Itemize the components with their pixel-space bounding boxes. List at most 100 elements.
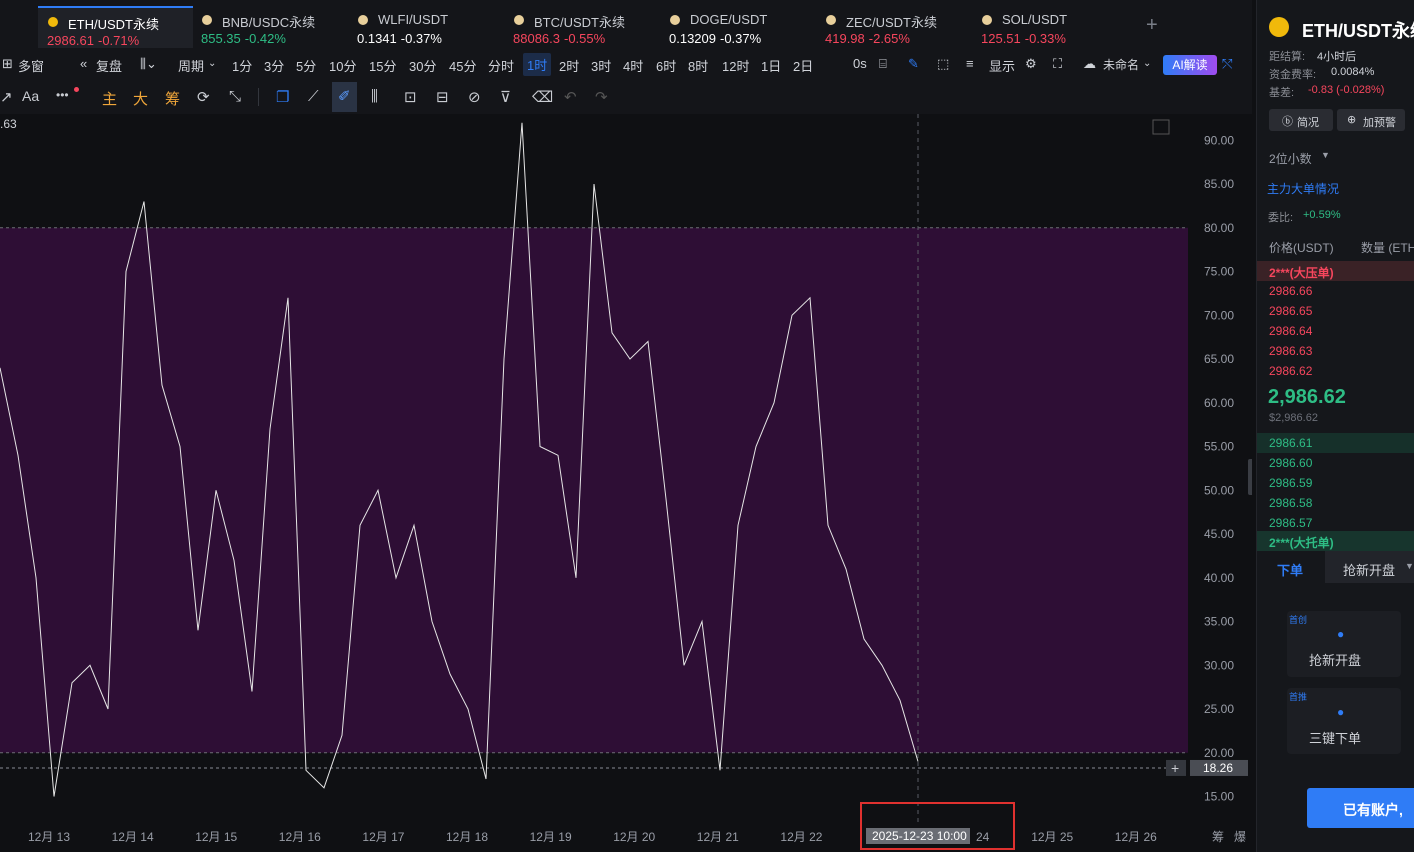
bid-price[interactable]: 2986.58 [1269,496,1312,510]
chip-shortcut[interactable]: 筹 [1212,830,1224,844]
alert-button-label: 加预警 [1363,117,1396,129]
big-orders-link[interactable]: 主力大单情况 [1267,180,1339,197]
ruler-off-icon[interactable]: ⤡ [229,88,241,105]
symbol-tab[interactable]: ETH/USDT永续 2986.61 -0.71% [38,6,193,50]
rsi-chart[interactable]: 90.00 85.00 80.00 75.00 70.00 65.00 60.00 55.00… [0,114,1252,852]
lock-icon[interactable]: ⊡ [404,88,417,106]
undo-icon[interactable]: ↶ [564,88,577,106]
coin-icon [826,15,836,25]
bid-price[interactable]: 2986.57 [1269,516,1312,530]
interval-button[interactable]: 6时 [656,56,676,75]
tab-order[interactable]: 下单 [1277,560,1303,579]
cloud-icon[interactable]: ☁ [1083,56,1096,72]
interval-button[interactable]: 8时 [688,56,708,75]
popout-icon[interactable]: ⬚ [937,56,949,72]
three-key-order-card[interactable]: 首推 ● 三键下单 [1287,688,1401,754]
display-menu-icon[interactable]: ≡ [966,56,974,71]
replay-button[interactable]: 复盘 [96,56,122,75]
rush-open-card[interactable]: 首创 ● 抢新开盘 [1287,611,1401,677]
ask-price[interactable]: 2986.64 [1269,324,1312,338]
ask-price[interactable]: 2986.62 [1269,364,1312,378]
add-alert-panel-button[interactable]: 加预警 ⊕ [1337,109,1405,131]
ruler-icon[interactable]: ⟋ [308,88,319,105]
trash-icon[interactable]: ⌫ [532,88,553,106]
ask-price[interactable]: 2986.66 [1269,284,1312,298]
interval-button[interactable]: 5分 [296,56,316,75]
interval-button[interactable]: 3时 [591,56,611,75]
interval-button[interactable]: 10分 [329,56,356,75]
interval-button[interactable]: 30分 [409,56,436,75]
ask-price[interactable]: 2986.63 [1269,344,1312,358]
x-tick-label: 12月 25 [1031,830,1073,844]
chevron-down-icon: ▼ [1405,561,1414,571]
add-alert-button[interactable]: + [1166,759,1186,776]
svg-text:2025-12-23 10:00: 2025-12-23 10:00 [872,829,967,843]
magnet-icon[interactable]: ⊘ [468,88,481,106]
symbol-tab[interactable]: DOGE/USDT 0.13209 -0.37% [660,6,810,48]
more-tools-button[interactable]: ••• [56,88,69,102]
filter-icon[interactable]: ⊽ [500,88,511,106]
layout-name[interactable]: 未命名 [1103,56,1139,73]
ask-price[interactable]: 2986.65 [1269,304,1312,318]
draw-pen-icon[interactable]: ✐ [332,82,357,112]
bid-price[interactable]: 2986.60 [1269,456,1312,470]
candle-icon[interactable]: ⫼ [371,88,378,105]
display-button[interactable]: 显示 [989,56,1015,75]
ai-analysis-button[interactable]: AI解读 [1163,55,1217,75]
auto-icon[interactable]: ⟳ [197,88,210,106]
chart-expand-icon[interactable] [1152,119,1170,135]
login-button-label: 已有账户, [1343,802,1403,818]
big-order-button[interactable]: 大 [133,88,148,109]
bid-price[interactable]: 2986.59 [1269,476,1312,490]
edit-icon[interactable]: ⊟ [436,88,449,106]
bid-price[interactable]: 2986.61 [1269,436,1312,450]
symbol-tab[interactable]: ZEC/USDT永续 419.98 -2.65% [816,6,966,48]
interval-button[interactable]: 45分 [449,56,476,75]
symbol-tab[interactable]: SOL/USDT 125.51 -0.33% [972,6,1122,48]
period-button[interactable]: 周期 [178,56,204,75]
trendline-icon[interactable]: ↗ [0,88,13,106]
liquidation-shortcut[interactable]: 爆 [1234,830,1246,844]
chart-type-icon[interactable]: ⫼⌄ [140,56,157,72]
interval-button[interactable]: 1时 [523,53,552,76]
x-tick-label: 12月 21 [697,830,739,844]
coin-icon [48,17,58,27]
y-tick-label: 35.00 [1204,615,1234,629]
panel-collapse-handle[interactable] [1248,459,1252,495]
interval-button[interactable]: 1日 [761,56,781,75]
chip-button[interactable]: 筹 [165,88,180,109]
symbol-tab[interactable]: BTC/USDT永续 88086.3 -0.55% [504,6,654,48]
multi-window-button[interactable]: 多窗 [18,56,44,75]
decimals-select[interactable]: 2位小数 [1269,150,1312,167]
rocket-icon: ● [1337,627,1345,641]
symbol-tab[interactable]: BNB/USDC永续 855.35 -0.42% [192,6,342,48]
interval-button[interactable]: 2日 [793,56,813,75]
login-button[interactable]: 已有账户, [1307,788,1414,828]
interval-button[interactable]: 分时 [488,56,514,75]
brief-button[interactable]: 简况 ⓑ [1269,109,1333,131]
text-tool[interactable]: Aa [22,88,39,104]
fullscreen-icon[interactable]: ⛶ [1053,56,1062,72]
interval-button[interactable]: 2时 [559,56,579,75]
multi-window-icon[interactable]: ⊞ [2,56,13,72]
pencil-icon[interactable]: ✎ [908,56,919,72]
interval-button[interactable]: 3分 [264,56,284,75]
interval-button[interactable]: 12时 [722,56,749,75]
add-tab-button[interactable]: + [1146,14,1158,37]
replay-icon[interactable]: « [80,56,87,71]
camera-icon[interactable]: ⌸ [879,56,887,72]
interval-button[interactable]: 15分 [369,56,396,75]
x-tick-label: 12月 19 [530,830,572,844]
y-tick-label: 40.00 [1204,571,1234,585]
main-indicator-button[interactable]: 主 [102,88,117,109]
panel-symbol-title[interactable]: ETH/USDT永续 [1302,17,1414,43]
interval-button[interactable]: 4时 [623,56,643,75]
share-icon[interactable]: ⤲ [1222,56,1232,72]
redo-icon[interactable]: ↷ [595,88,608,106]
interval-button[interactable]: 1分 [232,56,252,75]
chart-canvas[interactable]: 90.00 85.00 80.00 75.00 70.00 65.00 60.00 55.00… [0,114,1252,852]
gear-icon[interactable]: ⚙ [1025,56,1037,72]
symbol-tab[interactable]: WLFI/USDT 0.1341 -0.37% [348,6,498,48]
copy-icon[interactable]: ❐ [276,88,289,106]
tab-rush[interactable]: 抢新开盘 ▼ [1325,551,1414,583]
